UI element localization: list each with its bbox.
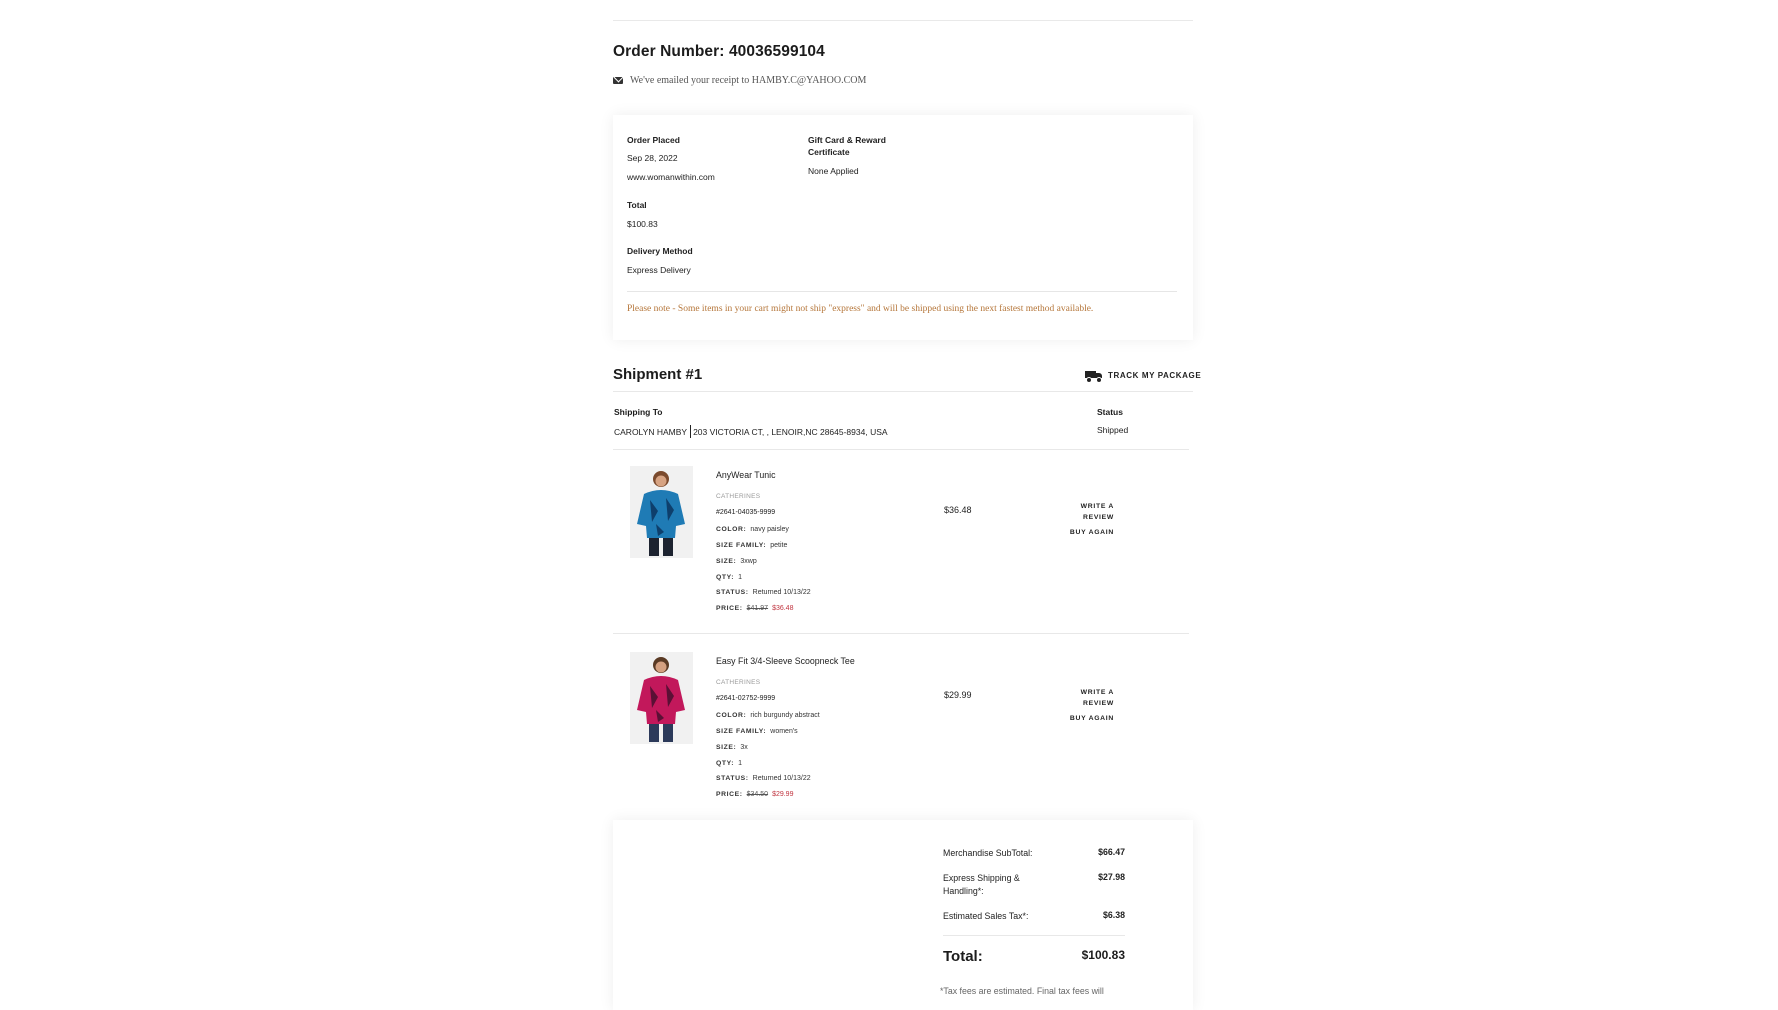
write-review-link[interactable]: WRITE A REVIEW: [1070, 687, 1114, 709]
tunic-image: [630, 466, 693, 558]
item-status: STATUS: Returned 10/13/22: [716, 589, 811, 596]
tee-image: [630, 652, 693, 744]
item-size: SIZE: 3xwp: [716, 558, 757, 565]
total-label: Total: [627, 200, 647, 210]
item-size-family: SIZE FAMILY: petite: [716, 542, 788, 549]
item-price: PRICE: $34.50 $29.99: [716, 791, 794, 798]
delivery-method-value: Express Delivery: [627, 265, 691, 275]
item-status: STATUS: Returned 10/13/22: [716, 775, 811, 782]
item-line-price: $29.99: [944, 690, 972, 700]
delivery-method-label: Delivery Method: [627, 246, 693, 256]
order-number-title: Order Number: 40036599104: [613, 43, 825, 60]
order-site: www.womanwithin.com: [627, 172, 715, 182]
recipient-name: CAROLYN HAMBY: [614, 426, 688, 437]
item-name[interactable]: Easy Fit 3/4-Sleeve Scoopneck Tee: [716, 656, 855, 666]
shipping-value: $27.98: [1098, 872, 1125, 882]
item-size: SIZE: 3x: [716, 744, 748, 751]
tax-footnote: *Tax fees are estimated. Final tax fees …: [940, 986, 1104, 996]
item-qty: QTY: 1: [716, 574, 743, 581]
shipment-title: Shipment #1: [613, 366, 703, 383]
order-placed-label: Order Placed: [627, 135, 680, 145]
status-value: Shipped: [1097, 425, 1129, 435]
subtotal-label: Merchandise SubTotal:: [943, 848, 1033, 858]
item-sku: #2641-02752-9999: [716, 695, 776, 702]
address-separator: [690, 425, 692, 438]
item-color: COLOR: rich burgundy abstract: [716, 712, 820, 719]
order-date: Sep 28, 2022: [627, 153, 678, 163]
product-image-anywear-tunic[interactable]: [630, 466, 693, 563]
shipping-label: Express Shipping & Handling*:: [943, 873, 1020, 896]
address-text: 203 VICTORIA CT, , LENOIR,NC 28645-8934,…: [693, 426, 888, 437]
shipping-note: Please note - Some items in your cart mi…: [627, 304, 1094, 314]
write-review-link[interactable]: WRITE A REVIEW: [1070, 501, 1114, 523]
product-image-scoopneck-tee[interactable]: [630, 652, 693, 749]
grand-total-value: $100.83: [1081, 948, 1125, 962]
item-sku: #2641-04035-9999: [716, 509, 776, 516]
item-color: COLOR: navy paisley: [716, 526, 789, 533]
grand-total-label: Total:: [943, 948, 983, 965]
item-brand: CATHERINES: [716, 679, 761, 686]
item-brand: CATHERINES: [716, 493, 761, 500]
top-divider: [613, 20, 1193, 21]
totals-divider: [943, 935, 1125, 936]
tax-label: Estimated Sales Tax*:: [943, 911, 1029, 921]
email-receipt-note: We've emailed your receipt to HAMBY.C@YA…: [613, 75, 866, 86]
status-label: Status: [1097, 407, 1123, 417]
email-note-text: We've emailed your receipt to HAMBY.C@YA…: [630, 75, 867, 86]
item-size-family: SIZE FAMILY: women's: [716, 728, 798, 735]
shipping-address: CAROLYN HAMBY 203 VICTORIA CT, , LENOIR,…: [614, 425, 888, 438]
item-price: PRICE: $41.97 $36.48: [716, 605, 794, 612]
track-package-button[interactable]: TRACK MY PACKAGE: [1085, 370, 1202, 383]
gift-card-value: None Applied: [808, 166, 859, 176]
item-line-price: $36.48: [944, 505, 972, 515]
gift-card-label-line2: Certificate: [808, 147, 850, 157]
buy-again-link[interactable]: BUY AGAIN: [1060, 713, 1114, 724]
track-package-label: TRACK MY PACKAGE: [1108, 371, 1202, 380]
truck-icon: [1085, 370, 1103, 383]
item-divider: [613, 633, 1189, 634]
item-name[interactable]: AnyWear Tunic: [716, 470, 776, 480]
shipment-divider: [613, 391, 1193, 392]
total-value: $100.83: [627, 219, 658, 229]
shipping-to-label: Shipping To: [614, 407, 663, 417]
tax-value: $6.38: [1102, 910, 1125, 920]
subtotal-value: $66.47: [1098, 847, 1125, 857]
gift-card-label-line1: Gift Card & Reward: [808, 135, 886, 145]
address-divider: [613, 449, 1189, 450]
summary-divider: [627, 291, 1177, 292]
item-qty: QTY: 1: [716, 760, 743, 767]
buy-again-link[interactable]: BUY AGAIN: [1060, 527, 1114, 538]
envelope-icon: [613, 77, 623, 84]
